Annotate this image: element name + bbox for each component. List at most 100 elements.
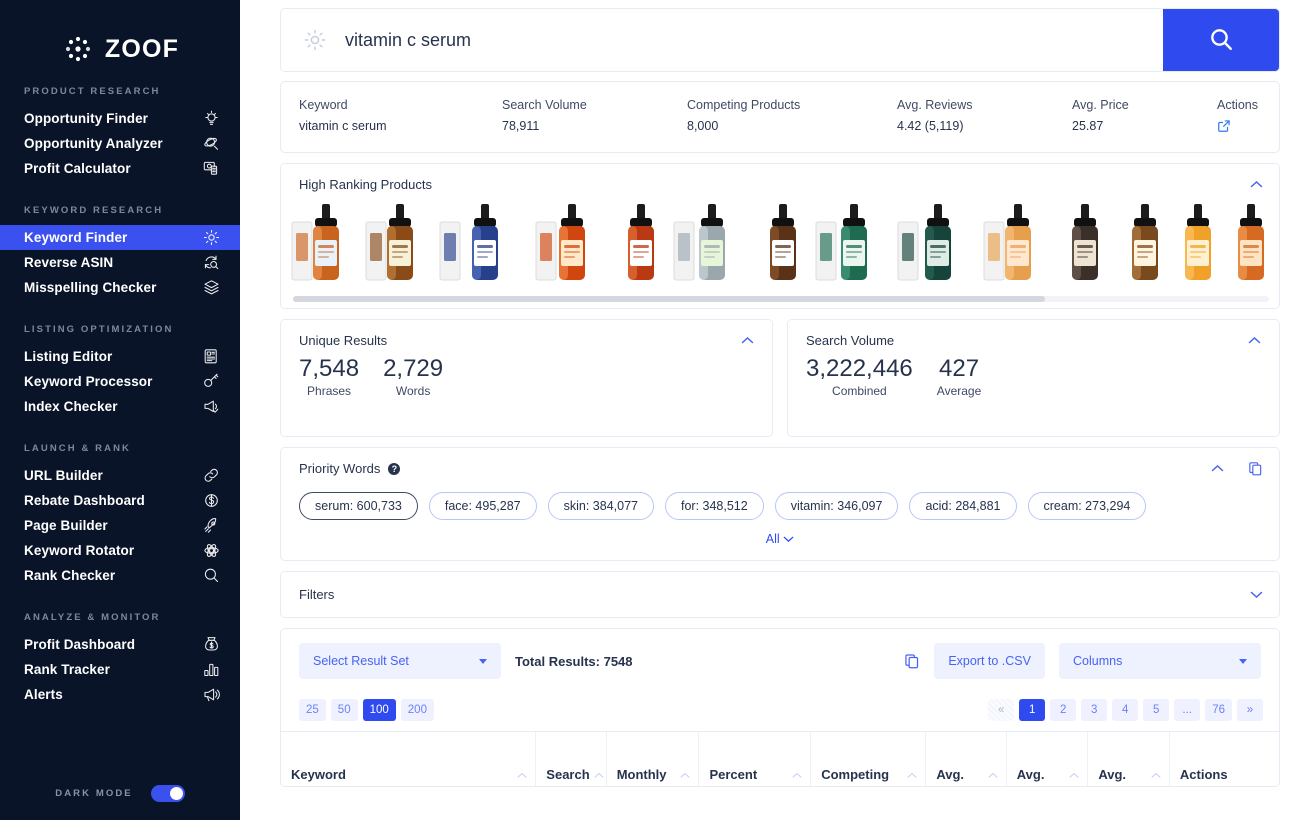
sidebar-item-profit-calculator[interactable]: Profit Calculator: [0, 156, 240, 181]
external-link-icon[interactable]: [1217, 120, 1231, 137]
product-strip-scrollbar[interactable]: [293, 296, 1269, 302]
product-thumbnail[interactable]: [363, 200, 437, 292]
sidebar-item-rank-checker[interactable]: Rank Checker: [0, 563, 240, 588]
product-thumbnail[interactable]: [1221, 200, 1279, 292]
sort-chevron-icon[interactable]: [517, 771, 527, 782]
sidebar-group: LISTING OPTIMIZATION Listing Editor Keywor…: [0, 324, 240, 419]
sidebar-item-opportunity-analyzer[interactable]: Opportunity Analyzer: [0, 131, 240, 156]
sort-chevron-icon[interactable]: [1069, 771, 1079, 782]
product-thumbnail[interactable]: [1175, 200, 1221, 292]
sidebar-item-listing-editor[interactable]: Listing Editor: [0, 344, 240, 369]
product-thumbnail[interactable]: [533, 200, 611, 292]
table-column-header[interactable]: Search: [535, 731, 607, 786]
sidebar-item-rank-tracker[interactable]: Rank Tracker: [0, 657, 240, 682]
table-column-header[interactable]: Percent: [698, 731, 811, 786]
results-card: Select Result Set Total Results: 7548 Ex…: [280, 628, 1280, 787]
sidebar-group: ANALYZE & MONITOR Profit Dashboard Rank Tr…: [0, 612, 240, 707]
sidebar-item-keyword-processor[interactable]: Keyword Processor: [0, 369, 240, 394]
chevron-up-icon[interactable]: [1211, 463, 1224, 475]
product-thumbnail[interactable]: [895, 200, 981, 292]
stat-value: 3,222,446: [806, 355, 913, 382]
table-column-header[interactable]: Avg.: [1087, 731, 1170, 786]
page-number-button[interactable]: 4: [1112, 699, 1139, 721]
stat-label: Words: [395, 384, 431, 398]
keyword-summary-header: Actions: [1217, 98, 1258, 112]
question-mark-icon[interactable]: ?: [388, 462, 401, 475]
priority-word-chip[interactable]: acid: 284,881: [909, 492, 1017, 520]
brand-logo[interactable]: ZOOF: [0, 0, 240, 86]
sort-chevron-icon[interactable]: [680, 771, 690, 782]
chevron-down-icon[interactable]: [1250, 589, 1263, 601]
page-size-button[interactable]: 100: [362, 699, 396, 721]
filters-card[interactable]: Filters: [280, 571, 1280, 618]
priority-word-chip[interactable]: vitamin: 346,097: [774, 492, 899, 520]
dark-mode-toggle[interactable]: [150, 785, 185, 802]
product-thumbnail[interactable]: [981, 200, 1055, 292]
results-table: Keyword Search Monthly Percent Competing Avg.…: [281, 731, 1279, 786]
export-csv-button[interactable]: Export to .CSV: [934, 643, 1045, 679]
product-thumbnail[interactable]: [813, 200, 895, 292]
table-column-header[interactable]: Avg.: [925, 731, 1007, 786]
chevron-up-icon[interactable]: [1248, 335, 1261, 347]
sidebar-item-rebate-dashboard[interactable]: Rebate Dashboard: [0, 488, 240, 513]
priority-word-chip[interactable]: serum: 600,733: [299, 492, 418, 520]
sidebar-item-keyword-finder[interactable]: Keyword Finder: [0, 225, 240, 250]
columns-dropdown[interactable]: Columns: [1059, 643, 1261, 679]
sort-chevron-icon[interactable]: [1151, 771, 1161, 782]
sidebar-item-opportunity-finder[interactable]: Opportunity Finder: [0, 106, 240, 131]
product-thumbnail[interactable]: [671, 200, 753, 292]
sidebar-item-profit-dashboard[interactable]: Profit Dashboard: [0, 632, 240, 657]
priority-words-all-toggle[interactable]: All: [281, 520, 1279, 560]
search-input[interactable]: [345, 9, 1163, 71]
table-column-header[interactable]: Competing: [810, 731, 926, 786]
page-size-button[interactable]: 200: [400, 699, 434, 721]
table-column-header[interactable]: Keyword: [281, 731, 536, 786]
table-column-header[interactable]: Monthly: [605, 731, 699, 786]
page-number-button[interactable]: 76: [1205, 699, 1232, 721]
page-number-button[interactable]: 5: [1143, 699, 1170, 721]
page-size-button[interactable]: 25: [299, 699, 326, 721]
copy-icon[interactable]: [904, 653, 920, 669]
select-result-set-dropdown[interactable]: Select Result Set: [299, 643, 501, 679]
product-thumbnail[interactable]: [437, 200, 533, 292]
priority-word-chip[interactable]: face: 495,287: [428, 492, 537, 520]
table-column-header[interactable]: Avg.: [1005, 731, 1088, 786]
keyword-summary-value: 25.87: [1072, 119, 1104, 133]
priority-word-chip[interactable]: for: 348,512: [664, 492, 764, 520]
sort-chevron-icon[interactable]: [594, 771, 604, 782]
sort-chevron-icon[interactable]: [907, 771, 917, 782]
product-thumbnail[interactable]: [753, 200, 813, 292]
unique-results-title: Unique Results: [299, 333, 388, 348]
dollar-circle-icon: [203, 492, 220, 509]
column-header-label: Search: [546, 766, 590, 782]
chevron-up-icon[interactable]: [1250, 179, 1263, 191]
sidebar-item-url-builder[interactable]: URL Builder: [0, 463, 240, 488]
search-button[interactable]: [1163, 9, 1279, 71]
sidebar-item-index-checker[interactable]: Index Checker: [0, 394, 240, 419]
table-column-header[interactable]: Actions: [1168, 731, 1279, 786]
page-number-button[interactable]: 1: [1019, 699, 1046, 721]
page-number-button[interactable]: »: [1237, 699, 1263, 721]
product-thumbnail[interactable]: [1115, 200, 1175, 292]
page-number-button[interactable]: 2: [1050, 699, 1077, 721]
page-size-button[interactable]: 50: [330, 699, 358, 721]
page-number-button[interactable]: ...: [1174, 699, 1201, 721]
sidebar-item-page-builder[interactable]: Page Builder: [0, 513, 240, 538]
sidebar-item-reverse-asin[interactable]: Reverse ASIN: [0, 250, 240, 275]
sidebar-item-alerts[interactable]: Alerts: [0, 682, 240, 707]
sort-chevron-icon[interactable]: [792, 771, 802, 782]
copy-icon[interactable]: [1248, 461, 1263, 476]
priority-word-chip[interactable]: cream: 273,294: [1027, 492, 1147, 520]
bar-chart-icon: [203, 661, 220, 678]
chevron-up-icon[interactable]: [741, 335, 754, 347]
sidebar-item-misspelling-checker[interactable]: Misspelling Checker: [0, 275, 240, 300]
sidebar-item-keyword-rotator[interactable]: Keyword Rotator: [0, 538, 240, 563]
product-thumbnail[interactable]: [1055, 200, 1115, 292]
priority-words-title: Priority Words: [299, 461, 381, 476]
product-thumbnail-strip[interactable]: [281, 192, 1279, 292]
sort-chevron-icon[interactable]: [988, 771, 998, 782]
product-thumbnail[interactable]: [289, 200, 363, 292]
product-thumbnail[interactable]: [611, 200, 671, 292]
priority-word-chip[interactable]: skin: 384,077: [547, 492, 654, 520]
page-number-button[interactable]: 3: [1081, 699, 1108, 721]
